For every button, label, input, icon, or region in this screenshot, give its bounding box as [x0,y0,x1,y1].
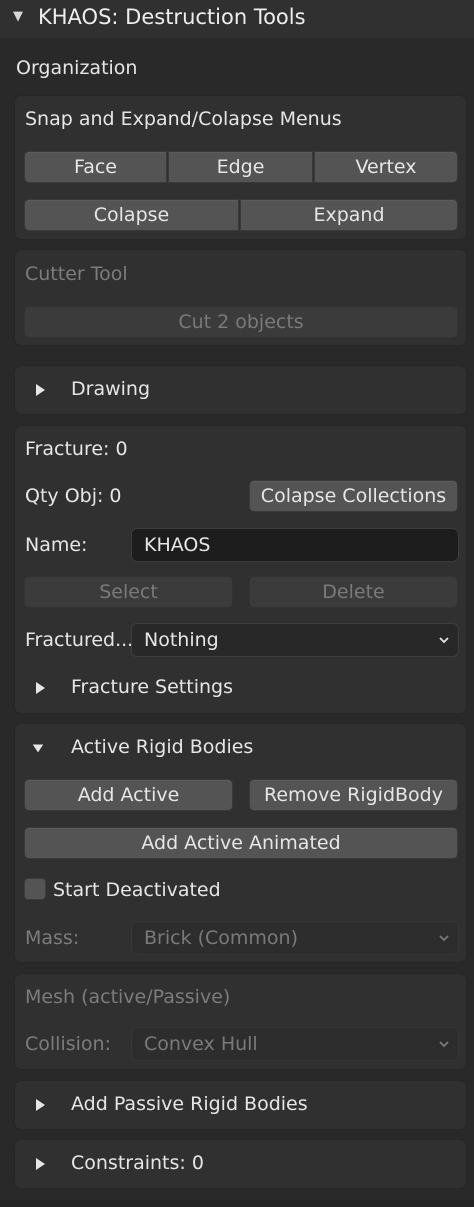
fracture-box [14,425,467,714]
mesh-label: Mesh (active/Passive) [25,986,231,1008]
name-label: Name: [25,534,88,556]
mass-label: Mass: [25,927,80,949]
mass-dropdown[interactable]: Brick (Common) [131,921,459,955]
expand-arrow-icon[interactable] [33,1097,47,1113]
collapse-triangle-icon[interactable]: ▼ [13,9,23,24]
chevron-down-icon [438,1038,450,1050]
name-input[interactable]: KHAOS [131,528,459,562]
delete-button[interactable]: Delete [249,576,458,608]
collision-dropdown-value: Convex Hull [144,1033,258,1055]
section-label-organization: Organization [16,57,138,79]
collision-dropdown[interactable]: Convex Hull [131,1027,459,1061]
cut-objects-button[interactable]: Cut 2 objects [24,306,458,338]
expand-arrow-icon[interactable] [33,1156,47,1172]
collision-label: Collision: [25,1033,111,1055]
passive-rigid-bodies-label: Add Passive Rigid Bodies [71,1093,308,1115]
active-rigid-bodies-label[interactable]: Active Rigid Bodies [71,735,253,759]
start-deactivated-checkbox[interactable] [24,878,46,900]
expand-arrow-icon[interactable] [33,680,47,696]
select-button[interactable]: Select [24,576,233,608]
vertex-button[interactable]: Vertex [314,151,458,183]
fracture-settings-label[interactable]: Fracture Settings [71,675,233,699]
fracture-count-label: Fracture: 0 [25,438,128,460]
start-deactivated-label[interactable]: Start Deactivated [53,878,221,902]
remove-rigidbody-button[interactable]: Remove RigidBody [249,779,458,811]
chevron-down-icon [438,634,450,646]
add-active-button[interactable]: Add Active [24,779,233,811]
fractured-dropdown-value: Nothing [144,629,219,651]
constraints-label: Constraints: 0 [71,1152,204,1174]
colapse-button[interactable]: Colapse [24,199,239,231]
chevron-down-icon [438,932,450,944]
panel-header[interactable]: ▼ KHAOS: Destruction Tools [0,0,474,38]
add-active-animated-button[interactable]: Add Active Animated [24,827,458,859]
cutter-tool-label: Cutter Tool [25,263,128,285]
fractured-label: Fractured... [25,629,134,651]
edge-button[interactable]: Edge [168,151,313,183]
expand-arrow-icon[interactable] [33,382,47,398]
face-button[interactable]: Face [24,151,167,183]
drawing-label: Drawing [71,378,151,400]
expand-button[interactable]: Expand [240,199,458,231]
mass-dropdown-value: Brick (Common) [144,927,299,949]
colapse-collections-button[interactable]: Colapse Collections [249,480,458,512]
panel-title: KHAOS: Destruction Tools [38,5,306,29]
collapse-arrow-icon[interactable] [31,740,45,756]
snap-menus-label: Snap and Expand/Colapse Menus [25,108,342,130]
fractured-dropdown[interactable]: Nothing [131,623,459,657]
bottom-bar [0,1200,474,1207]
qty-obj-label: Qty Obj: 0 [25,485,122,507]
